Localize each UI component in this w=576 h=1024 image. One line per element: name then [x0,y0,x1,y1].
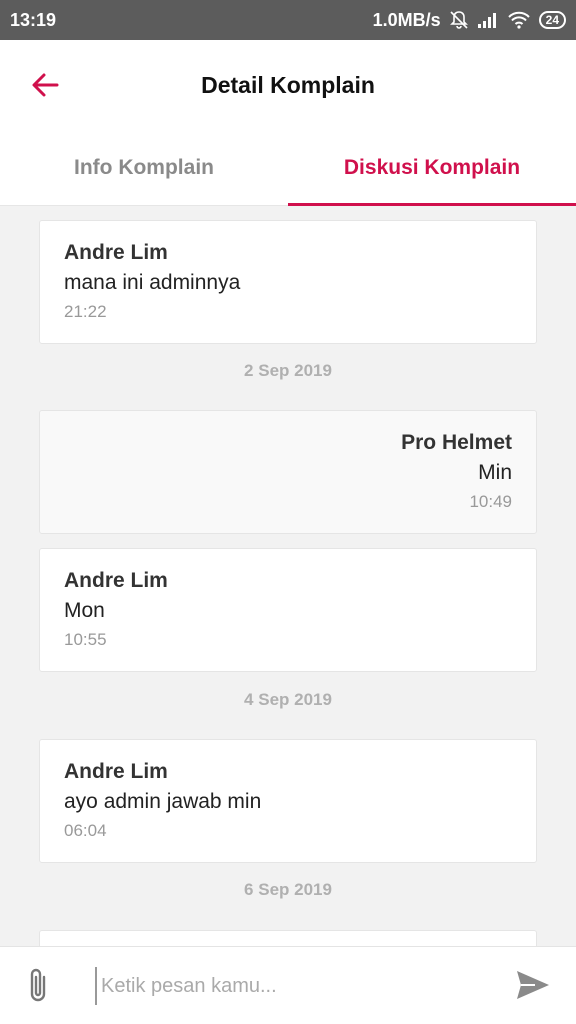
back-button[interactable] [30,70,60,100]
message-sender: Andre Lim [64,569,168,592]
message-card-own: Pro Helmet Min 10:49 [39,410,537,534]
message-sender: Andre Lim [64,241,168,264]
message-text: Mon [64,599,105,622]
send-icon [517,971,549,999]
date-separator: 6 Sep 2019 [244,880,332,899]
message-time: 10:55 [64,630,107,649]
message-sender: Pro Helmet [401,431,512,454]
tab-info-komplain[interactable]: Info Komplain [0,130,288,205]
status-bar: 13:19 1.0MB/s 24 [0,0,576,40]
tab-bar: Info Komplain Diskusi Komplain [0,130,576,206]
bell-off-icon [449,10,469,30]
message-text: Min [478,461,512,484]
send-button[interactable] [515,969,551,1006]
discussion-feed[interactable]: Andre Lim mana ini adminnya 21:22 2 Sep … [0,206,576,946]
message-time: 06:04 [64,821,107,840]
message-card: Andre Lim mana ini adminnya 21:22 [39,220,537,344]
message-input[interactable] [95,967,493,1005]
arrow-left-icon [32,73,59,97]
page-title: Detail Komplain [201,71,375,98]
message-card: Andre Lim ayo admin jawab min 06:04 [39,739,537,863]
message-text: mana ini adminnya [64,271,241,294]
wifi-icon [507,11,531,29]
message-composer [0,946,576,1024]
message-sender: Andre Lim [64,760,168,783]
paperclip-icon [30,968,46,1002]
date-separator: 4 Sep 2019 [244,690,332,709]
status-time: 13:19 [10,9,57,30]
attach-button[interactable] [24,967,52,1010]
app-bar: Detail Komplain [0,40,576,130]
date-separator: 2 Sep 2019 [244,361,332,380]
signal-icon [477,11,499,29]
message-time: 10:49 [469,492,512,511]
status-icons: 1.0MB/s 24 [373,10,566,31]
battery-icon: 24 [538,11,566,29]
network-speed: 1.0MB/s [372,9,441,30]
tab-diskusi-komplain[interactable]: Diskusi Komplain [288,130,576,206]
message-time: 21:22 [64,302,107,321]
message-card-partial [39,930,537,946]
message-text: ayo admin jawab min [64,790,262,813]
message-card: Andre Lim Mon 10:55 [39,548,537,672]
